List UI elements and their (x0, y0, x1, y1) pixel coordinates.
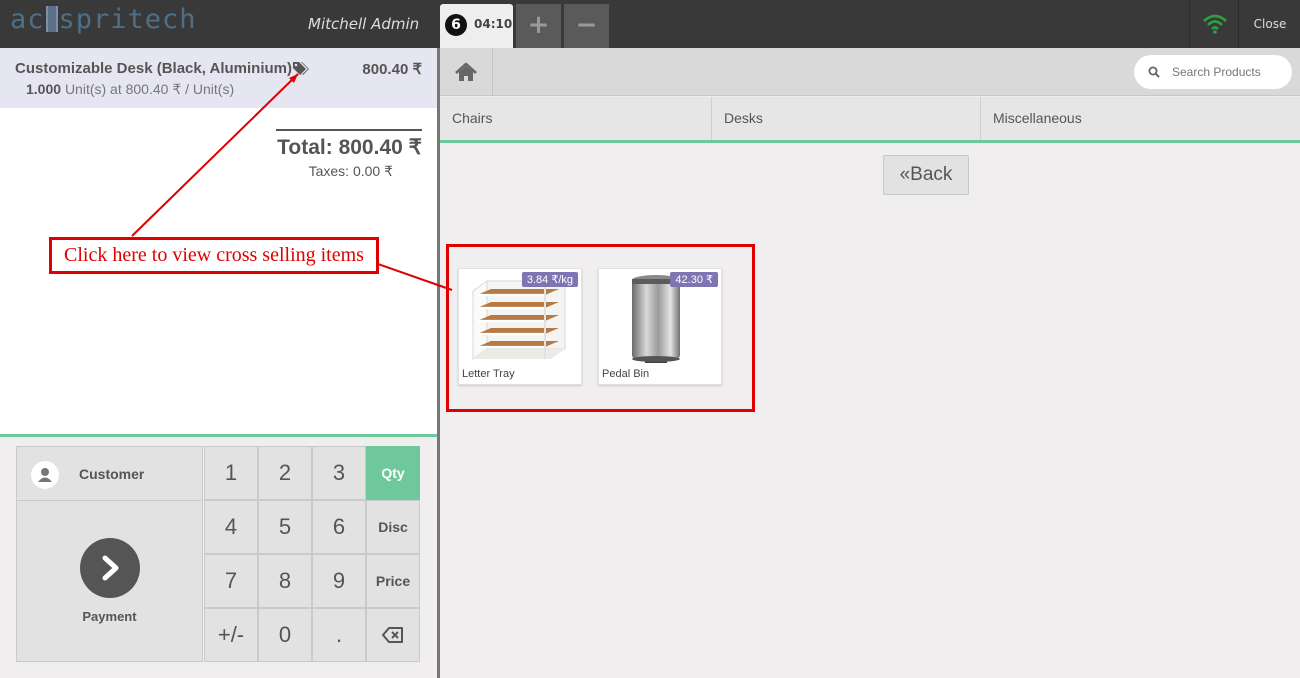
payment-label: Payment (82, 609, 137, 624)
order-line-info: 1.000 Unit(s) at 800.40 ₹ / Unit(s) (26, 81, 235, 97)
back-label: Back (910, 164, 953, 185)
wifi-icon[interactable] (1203, 14, 1227, 34)
numpad-key-7[interactable]: 7 (204, 554, 258, 608)
numpad-key-4[interactable]: 4 (204, 500, 258, 554)
back-button[interactable]: «Back (883, 155, 969, 195)
category-miscellaneous[interactable]: Miscellaneous (981, 97, 1300, 140)
top-bar: ac spritech Mitchell Admin 6 04:10 + − Cl… (0, 0, 1300, 48)
numpad: 1 2 3 Qty 4 5 6 Disc 7 8 9 Price +/- 0 . (204, 446, 421, 662)
numpad-key-8[interactable]: 8 (258, 554, 312, 608)
new-order-button[interactable]: + (516, 4, 561, 48)
search-input[interactable]: Search Products (1172, 65, 1261, 79)
numpad-key-0[interactable]: 0 (258, 608, 312, 662)
annotation-callout: Click here to view cross selling items (49, 237, 379, 274)
close-button[interactable]: Close (1240, 0, 1300, 48)
annotation-highlight-box (446, 244, 755, 412)
control-pad: Customer Payment 1 2 3 Qty 4 5 6 Disc 7 … (0, 434, 437, 678)
numpad-key-dot[interactable]: . (312, 608, 366, 662)
price-mode-button[interactable]: Price (366, 554, 420, 608)
payment-button[interactable]: Payment (16, 500, 203, 662)
numpad-key-1[interactable]: 1 (204, 446, 258, 500)
company-logo: ac spritech (10, 4, 197, 35)
separator (1238, 0, 1239, 48)
delete-order-button[interactable]: − (564, 4, 609, 48)
numpad-key-2[interactable]: 2 (258, 446, 312, 500)
search-box[interactable]: Search Products (1134, 55, 1292, 89)
tags-icon[interactable] (292, 61, 311, 76)
order-pane: Customizable Desk (Black, Aluminium) 800… (0, 48, 437, 678)
summary-divider (276, 129, 422, 131)
customer-label: Customer (79, 466, 145, 482)
double-chevron-left-icon: « (899, 164, 911, 185)
qty-mode-button[interactable]: Qty (366, 446, 420, 500)
backspace-icon (382, 627, 403, 643)
home-icon (455, 62, 477, 81)
cashier-name[interactable]: Mitchell Admin (308, 15, 419, 33)
numpad-key-sign[interactable]: +/- (204, 608, 258, 662)
order-taxes: Taxes: 0.00 ₹ (308, 163, 393, 179)
order-line-product-name: Customizable Desk (Black, Aluminium) (15, 60, 293, 77)
order-total: Total: 800.40 ₹ (277, 136, 422, 159)
separator (1189, 0, 1190, 48)
chevron-right-icon (80, 538, 140, 598)
products-header: Search Products (440, 48, 1300, 96)
action-pad: Customer Payment (16, 446, 203, 662)
numpad-key-5[interactable]: 5 (258, 500, 312, 554)
order-tab[interactable]: 6 04:10 (440, 4, 513, 48)
backspace-button[interactable] (366, 608, 420, 662)
order-line[interactable]: Customizable Desk (Black, Aluminium) 800… (0, 48, 437, 108)
user-icon (31, 461, 59, 489)
home-button[interactable] (440, 48, 493, 96)
order-time: 04:10 (474, 17, 513, 31)
numpad-key-9[interactable]: 9 (312, 554, 366, 608)
category-bar: Chairs Desks Miscellaneous (440, 97, 1300, 143)
category-chairs[interactable]: Chairs (440, 97, 712, 140)
category-desks[interactable]: Desks (712, 97, 981, 140)
numpad-key-3[interactable]: 3 (312, 446, 366, 500)
search-icon (1148, 66, 1160, 78)
order-line-price: 800.40 ₹ (362, 61, 422, 78)
numpad-key-6[interactable]: 6 (312, 500, 366, 554)
order-number-badge: 6 (445, 14, 467, 36)
customer-button[interactable]: Customer (16, 446, 203, 501)
disc-mode-button[interactable]: Disc (366, 500, 420, 554)
